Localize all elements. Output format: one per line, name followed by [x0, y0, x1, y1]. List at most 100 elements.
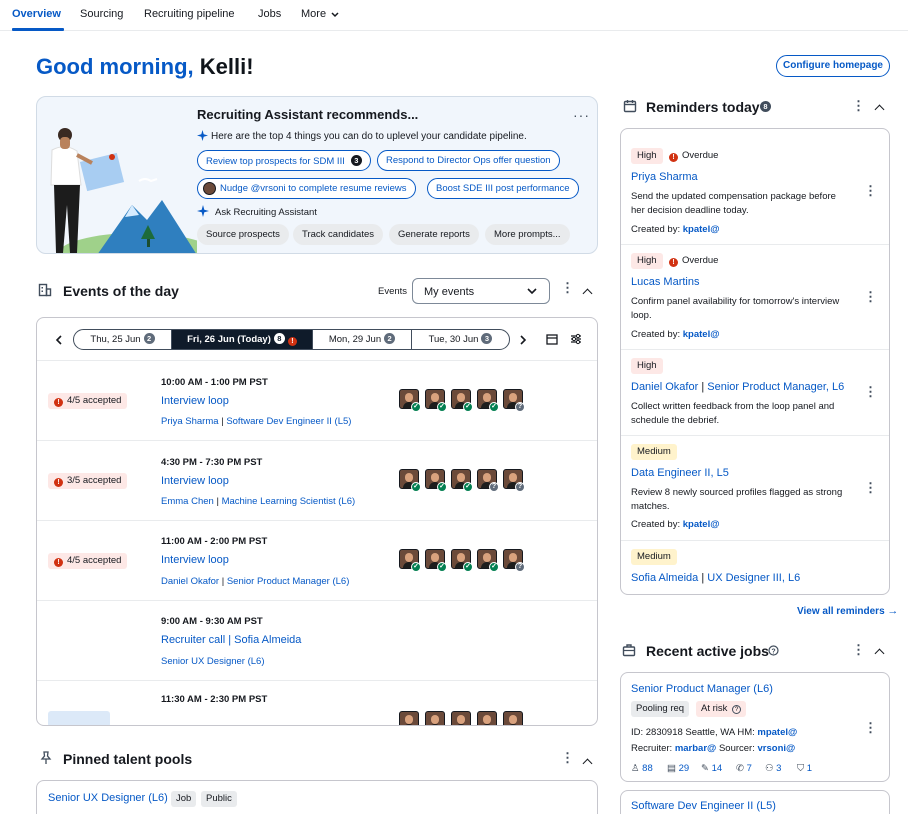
event-subtitle[interactable]: Senior UX Designer (L6): [161, 656, 265, 667]
pending-question-icon: ?: [515, 482, 525, 492]
recommendation-label: Nudge @vrsoni to complete resume reviews: [220, 183, 407, 194]
reminder-title-link[interactable]: Daniel Okafor: [631, 381, 698, 393]
events-menu-icon[interactable]: ⋮: [561, 281, 574, 294]
configure-homepage-button[interactable]: Configure homepage: [776, 55, 890, 77]
calendar-icon[interactable]: [546, 333, 558, 345]
settings-sliders-icon[interactable]: [570, 333, 582, 345]
collapse-events-icon[interactable]: [582, 288, 593, 299]
assistant-menu-icon[interactable]: ···: [573, 107, 590, 123]
accepted-check-icon: ✓: [489, 562, 499, 572]
tag-at-risk: At risk ?: [696, 701, 747, 717]
date-tab-fri-26-today[interactable]: Fri, 26 Jun (Today) 8!: [172, 330, 313, 349]
quick-action-more-prompts[interactable]: More prompts...: [485, 224, 570, 245]
tab-more[interactable]: More: [301, 8, 326, 20]
job-menu-icon[interactable]: ⋮: [864, 721, 877, 734]
collapse-reminders-icon[interactable]: [874, 104, 885, 115]
recommendation-boost-post[interactable]: Boost SDE III post performance: [427, 178, 579, 199]
ask-assistant-link[interactable]: Ask Recruiting Assistant: [215, 207, 317, 218]
sourcer-link[interactable]: vrsoni@: [758, 743, 796, 754]
reminder-title[interactable]: Lucas Martins: [631, 276, 699, 288]
tab-sourcing[interactable]: Sourcing: [80, 8, 123, 20]
date-tab-mon-29[interactable]: Mon, 29 Jun 2: [313, 330, 412, 349]
events-filter-select[interactable]: My events: [412, 278, 550, 304]
tab-recruiting-pipeline[interactable]: Recruiting pipeline: [144, 8, 235, 20]
chevron-left-icon[interactable]: [55, 335, 63, 345]
reminder-title-link[interactable]: Sofia Almeida: [631, 572, 698, 584]
reminder-job-link[interactable]: UX Designer III, L6: [707, 572, 800, 584]
quick-action-generate-reports[interactable]: Generate reports: [389, 224, 479, 245]
accepted-check-icon: ✓: [489, 402, 499, 412]
creator-link[interactable]: kpatel@: [683, 519, 720, 530]
reminder-description: Collect written feedback from the loop p…: [631, 401, 835, 426]
collapse-pinned-icon[interactable]: [582, 758, 593, 769]
acceptance-text: 4/5 accepted: [67, 395, 122, 406]
stat-calls[interactable]: ✆ 7: [736, 763, 752, 774]
job-link[interactable]: Senior Product Manager (L6): [227, 576, 350, 587]
jobs-title: Recent active jobs: [646, 643, 769, 659]
event-time: 10:00 AM - 1:00 PM PST: [161, 377, 268, 388]
job-link[interactable]: Machine Learning Scientist (L6): [222, 496, 356, 507]
event-title[interactable]: Interview loop: [161, 395, 229, 407]
event-title[interactable]: Interview loop: [161, 554, 229, 566]
event-row: ! 4/5 accepted 10:00 AM - 1:00 PM PST Int…: [37, 360, 597, 440]
quick-action-source-prospects[interactable]: Source prospects: [197, 224, 289, 245]
priority-badge: High: [631, 148, 663, 164]
reminders-menu-icon[interactable]: ⋮: [852, 99, 865, 112]
tab-jobs[interactable]: Jobs: [258, 8, 281, 20]
recommendation-review-prospects[interactable]: Review top prospects for SDM III 3: [197, 150, 371, 171]
recommendation-respond-offer[interactable]: Respond to Director Ops offer question: [377, 150, 560, 171]
stat-value: 14: [711, 763, 723, 774]
stat-interviews[interactable]: ⚇ 3: [765, 763, 781, 774]
candidate-link[interactable]: Emma Chen: [161, 496, 214, 507]
recruiter-link[interactable]: marbar@: [675, 743, 716, 754]
priority-badge: Medium: [631, 444, 677, 460]
job-link[interactable]: Software Dev Engineer II (L5): [226, 416, 351, 427]
job-location: Seattle, WA: [685, 727, 735, 738]
stat-offers[interactable]: ⛉ 1: [797, 763, 812, 774]
candidate-link[interactable]: Priya Sharma: [161, 416, 219, 427]
chevron-right-icon[interactable]: [519, 335, 527, 345]
reminder-job-link[interactable]: Senior Product Manager, L6: [707, 381, 844, 393]
job-title-link[interactable]: Senior Product Manager (L6): [631, 683, 773, 695]
event-title[interactable]: Recruiter call | Sofia Almeida: [161, 634, 301, 646]
info-icon[interactable]: ?: [768, 645, 779, 656]
candidate-link[interactable]: Daniel Okafor: [161, 576, 219, 587]
reminder-menu-icon[interactable]: ⋮: [864, 290, 877, 303]
sourcer-label: Sourcer:: [718, 743, 755, 754]
recommendation-nudge-reviews[interactable]: Nudge @vrsoni to complete resume reviews: [197, 178, 416, 199]
stat-applications[interactable]: ▤ 29: [667, 763, 689, 774]
job-title-link[interactable]: Software Dev Engineer II (L5): [631, 800, 776, 812]
collapse-jobs-icon[interactable]: [874, 648, 885, 659]
tab-overview[interactable]: Overview: [12, 8, 61, 20]
reminder-title: Sofia Almeida | UX Designer III, L6: [631, 572, 801, 584]
date-tab-thu-25[interactable]: Thu, 25 Jun 2: [74, 330, 172, 349]
reminder-menu-icon[interactable]: ⋮: [864, 385, 877, 398]
pool-link[interactable]: Senior UX Designer (L6): [48, 792, 168, 804]
reminder-title[interactable]: Data Engineer II, L5: [631, 467, 729, 479]
stat-candidates[interactable]: ♙ 88: [631, 763, 653, 774]
chevron-down-icon: [527, 288, 537, 295]
reminder-title[interactable]: Priya Sharma: [631, 171, 698, 183]
accepted-check-icon: ✓: [463, 562, 473, 572]
job-card: Senior Product Manager (L6) Pooling req …: [620, 672, 890, 782]
tag-job: Job: [171, 791, 197, 807]
quick-action-track-candidates[interactable]: Track candidates: [293, 224, 383, 245]
reminder-menu-icon[interactable]: ⋮: [864, 184, 877, 197]
event-time: 11:30 AM - 2:30 PM PST: [161, 694, 268, 705]
pin-icon: [40, 751, 52, 764]
stat-reviews[interactable]: ✎ 14: [701, 763, 722, 774]
view-all-reminders-link[interactable]: View all reminders →: [797, 605, 898, 617]
pinned-menu-icon[interactable]: ⋮: [561, 751, 574, 764]
reminder-menu-icon[interactable]: ⋮: [864, 481, 877, 494]
event-title[interactable]: Interview loop: [161, 475, 229, 487]
hm-link[interactable]: mpatel@: [757, 727, 797, 738]
recruiting-assistant-card: Recruiting Assistant recommends... ··· H…: [36, 96, 598, 254]
events-filter-value: My events: [424, 286, 475, 298]
tag-pooling-req: Pooling req: [631, 701, 690, 717]
date-tab-tue-30[interactable]: Tue, 30 Jun 3: [412, 330, 509, 349]
events-title: Events of the day: [63, 283, 179, 299]
creator-link[interactable]: kpatel@: [683, 329, 720, 340]
jobs-menu-icon[interactable]: ⋮: [852, 643, 865, 656]
creator-link[interactable]: kpatel@: [683, 224, 720, 235]
tag-public: Public: [201, 791, 237, 807]
